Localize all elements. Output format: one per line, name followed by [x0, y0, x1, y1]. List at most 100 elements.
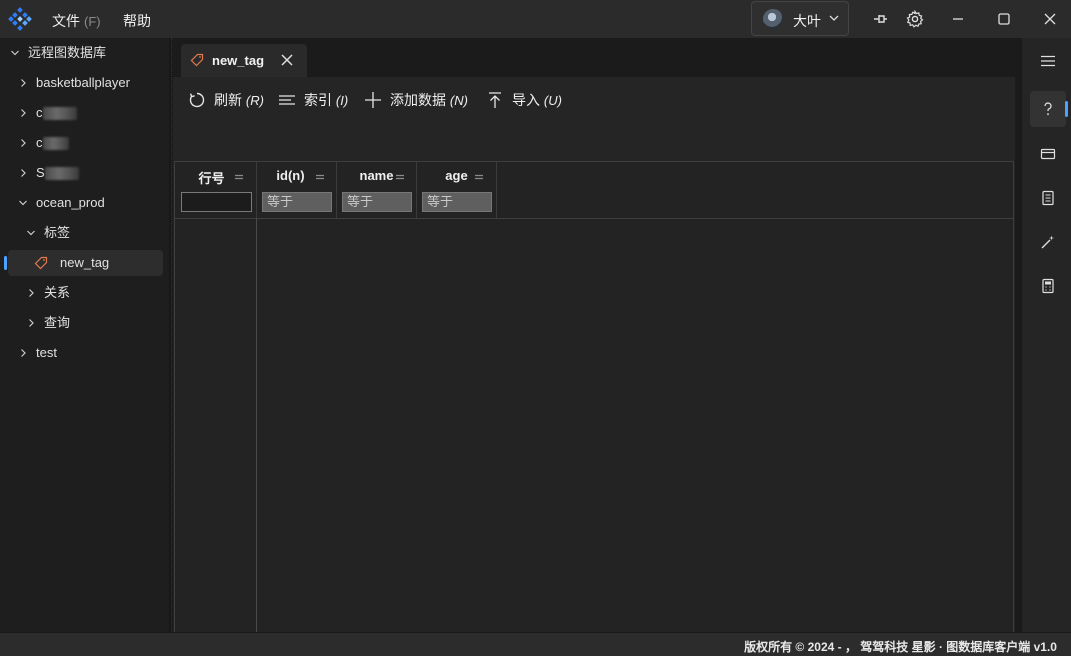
tree-item-queries[interactable]: 查询: [0, 310, 169, 336]
hamburger-icon: [1041, 55, 1055, 67]
chevron-right-icon: [21, 349, 26, 357]
tab-new-tag[interactable]: new_tag: [181, 44, 307, 78]
column-menu-icon[interactable]: [235, 174, 243, 180]
tab-label: new_tag: [212, 53, 265, 68]
user-name: 大叶: [793, 13, 821, 29]
column-header-name: name 等于: [337, 162, 417, 218]
magic-wand-button[interactable]: [1030, 224, 1066, 260]
chevron-right-icon: [21, 139, 26, 147]
chevron-right-icon: [29, 319, 34, 327]
tree-item-redacted[interactable]: c: [0, 130, 169, 156]
tree-item-label: 查询: [44, 315, 71, 330]
tree-item-ocean-prod[interactable]: ocean_prod: [0, 190, 169, 216]
column-header-id: id(n) 等于: [257, 162, 337, 218]
redacted-text: [42, 137, 69, 151]
close-icon[interactable]: [280, 53, 294, 67]
header-divider: [175, 218, 1013, 219]
tree-item-label: basketballplayer: [36, 75, 130, 90]
main-area: new_tag 刷新 (R) 索引 (I) 添加数据 (N) 导入 (U) 行号: [172, 38, 1021, 656]
card-button[interactable]: [1030, 136, 1066, 172]
import-icon: [489, 92, 501, 108]
data-grid: 行号 id(n) 等于 name 等于 age 等于: [174, 161, 1014, 656]
pin-icon[interactable]: [870, 9, 890, 29]
chevron-right-icon: [21, 169, 26, 177]
column-title: age: [445, 168, 468, 183]
chevron-down-icon: [27, 230, 35, 236]
refresh-accel: (R): [245, 93, 264, 108]
rail-active-marker: [1065, 101, 1068, 117]
tree-item-label: 关系: [44, 285, 71, 300]
plus-icon: [365, 92, 381, 108]
column-menu-icon[interactable]: [396, 174, 404, 180]
copyright-text: 版权所有 © 2024 - ， 驾驾科技 星影 · 图数据库客户端 v1.0: [744, 640, 1057, 654]
maximize-icon[interactable]: [994, 9, 1014, 29]
index-icon: [279, 95, 295, 105]
user-menu-button[interactable]: 大叶: [751, 1, 849, 36]
menu-help[interactable]: 帮助: [123, 11, 151, 31]
refresh-text: 刷新: [214, 92, 242, 108]
menu-button[interactable]: [1030, 43, 1066, 79]
redacted-text: [44, 167, 79, 181]
menu-file[interactable]: 文件 (F): [52, 11, 101, 31]
index-button[interactable]: 索引 (I): [278, 90, 352, 110]
tree-item-redacted[interactable]: S: [0, 160, 169, 186]
column-header-age: age 等于: [417, 162, 497, 218]
name-filter-input[interactable]: 等于: [342, 192, 412, 212]
tree-item-tags[interactable]: 标签: [0, 220, 169, 246]
tag-icon: [34, 256, 48, 270]
column-menu-icon[interactable]: [475, 174, 483, 180]
tree-item-label: ocean_prod: [36, 195, 105, 210]
tree-item-label: test: [36, 345, 57, 360]
tag-icon: [190, 53, 204, 67]
rownum-column-divider: [256, 218, 257, 656]
tree-item-label: c: [36, 130, 69, 156]
tree-root-label: 远程图数据库: [28, 45, 107, 60]
chevron-down-icon: [11, 50, 19, 56]
index-accel: (I): [335, 93, 349, 108]
close-icon[interactable]: [1040, 9, 1060, 29]
add-data-text: 添加数据: [390, 92, 446, 108]
tree-item-label: c: [36, 100, 77, 126]
add-data-button[interactable]: 添加数据 (N): [364, 90, 472, 110]
chevron-right-icon: [21, 109, 26, 117]
tree-item-test[interactable]: test: [0, 340, 169, 366]
index-label: 索引 (I): [304, 90, 348, 111]
add-data-label: 添加数据 (N): [390, 90, 468, 111]
import-accel: (U): [543, 93, 562, 108]
tree-item-basketballplayer[interactable]: basketballplayer: [0, 70, 169, 96]
tree-item-redacted[interactable]: c: [0, 100, 169, 126]
calculator-button[interactable]: [1030, 268, 1066, 304]
list-icon: [1042, 190, 1054, 206]
tree-item-new-tag[interactable]: new_tag: [0, 250, 169, 276]
tag-panel: 刷新 (R) 索引 (I) 添加数据 (N) 导入 (U) 行号 id(n) 等…: [173, 77, 1015, 656]
column-header-rownum: 行号: [175, 162, 257, 218]
menu-file-accel: (F): [84, 14, 101, 29]
tree-item-relations[interactable]: 关系: [0, 280, 169, 306]
refresh-button[interactable]: 刷新 (R): [188, 90, 270, 110]
id-filter-input[interactable]: 等于: [262, 192, 332, 212]
app-logo-icon: [8, 7, 32, 31]
title-bar: 文件 (F) 帮助 大叶: [0, 0, 1071, 38]
tree-item-label-text: S: [36, 165, 45, 180]
tree-root[interactable]: 远程图数据库: [0, 40, 169, 66]
add-data-accel: (N): [449, 93, 468, 108]
refresh-icon: [189, 92, 205, 108]
redacted-text: [42, 107, 77, 121]
menu-file-label: 文件: [52, 13, 80, 29]
minimize-icon[interactable]: [948, 9, 968, 29]
help-button[interactable]: [1030, 91, 1066, 127]
rownum-filter-input[interactable]: [181, 192, 252, 212]
column-title: name: [359, 168, 394, 183]
calculator-icon: [1042, 278, 1054, 294]
chevron-down-icon: [19, 200, 27, 206]
status-bar: 版权所有 © 2024 - ， 驾驾科技 星影 · 图数据库客户端 v1.0: [0, 632, 1071, 656]
gear-icon[interactable]: [905, 9, 925, 29]
tree-item-label: 标签: [44, 225, 71, 240]
age-filter-input[interactable]: 等于: [422, 192, 492, 212]
import-button[interactable]: 导入 (U): [486, 90, 564, 110]
list-button[interactable]: [1030, 180, 1066, 216]
card-icon: [1040, 148, 1056, 160]
magic-wand-icon: [1041, 235, 1054, 249]
chevron-down-icon: [829, 15, 839, 21]
column-menu-icon[interactable]: [316, 174, 324, 180]
